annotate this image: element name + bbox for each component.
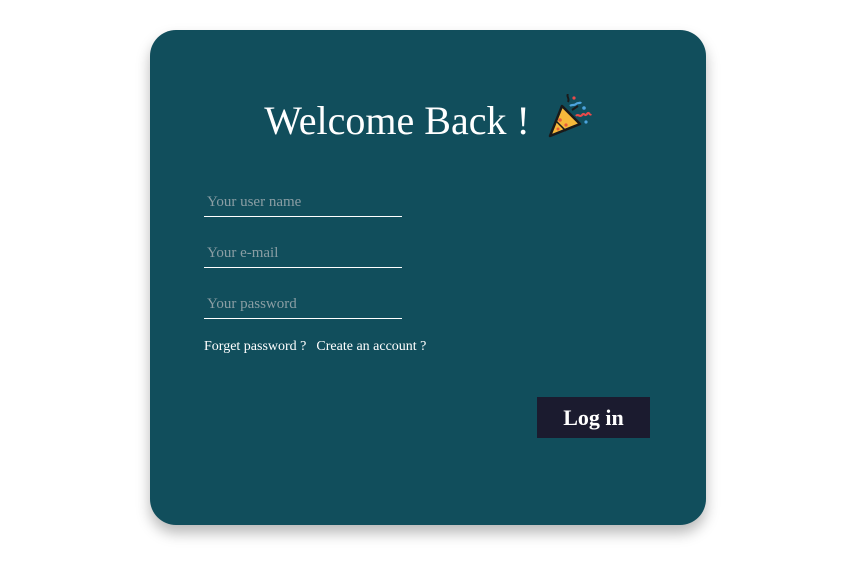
page-title: Welcome Back ! [264, 98, 530, 143]
party-popper-icon [548, 94, 592, 138]
create-account-link[interactable]: Create an account ? [316, 339, 426, 354]
title-row: Welcome Back ! [150, 94, 706, 146]
login-button[interactable]: Log in [537, 397, 650, 438]
login-card: Welcome Back ! Forget password ? Create a… [150, 30, 706, 525]
forget-password-link[interactable]: Forget password ? [204, 339, 306, 354]
username-input[interactable] [204, 189, 402, 217]
password-input[interactable] [204, 291, 402, 319]
email-input[interactable] [204, 240, 402, 268]
auth-links: Forget password ? Create an account ? [204, 339, 426, 355]
